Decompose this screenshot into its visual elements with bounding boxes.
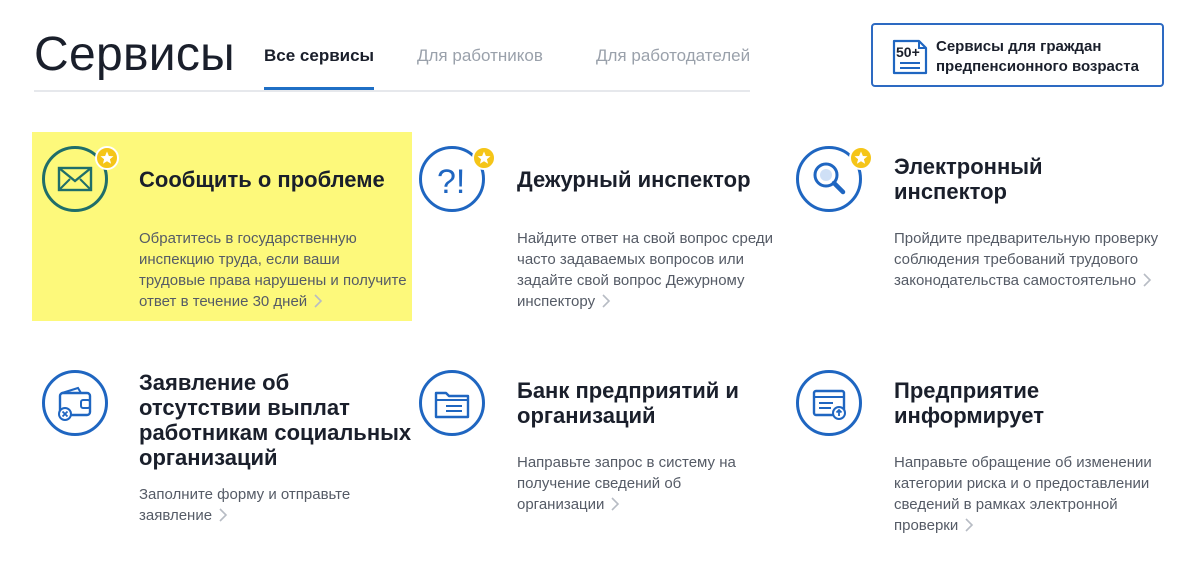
service-title: Сообщить о проблеме <box>139 167 385 192</box>
chevron-right-icon <box>965 518 974 532</box>
star-icon <box>849 146 873 170</box>
service-description: Пройдите предварительную проверку соблюд… <box>894 230 1159 289</box>
fifty-plus-document-icon: 50+ <box>891 36 929 81</box>
service-title: Предприятие информирует <box>894 378 1044 428</box>
service-title: Банк предприятий и организаций <box>517 378 739 428</box>
chevron-right-icon <box>611 497 620 511</box>
tab-for-workers[interactable]: Для работников <box>417 46 543 88</box>
star-icon <box>472 146 496 170</box>
svg-text:?!: ?! <box>437 163 465 201</box>
promo-text: Сервисы для граждан предпенсионного возр… <box>936 38 1139 75</box>
document-upload-icon <box>796 370 862 436</box>
service-card-enterprise-informs[interactable]: Предприятие информирует Направьте обраще… <box>796 370 1176 545</box>
chevron-right-icon <box>1143 273 1152 287</box>
envelope-icon <box>42 146 119 212</box>
service-description: Направьте запрос в систему на получение … <box>517 454 736 513</box>
tab-for-employers[interactable]: Для работодателей <box>596 46 750 88</box>
tab-bar: Все сервисы Для работников Для работодат… <box>34 40 750 92</box>
chevron-right-icon <box>314 294 323 308</box>
service-card-no-payments-statement[interactable]: Заявление об отсутствии выплат работника… <box>42 370 412 530</box>
pre-retirement-services-button[interactable]: 50+ Сервисы для граждан предпенсионного … <box>871 23 1164 87</box>
service-description: Направьте обращение об изменении категор… <box>894 454 1152 534</box>
magnifier-icon <box>796 146 873 212</box>
chevron-right-icon <box>219 508 228 522</box>
service-card-duty-inspector[interactable]: ?! Дежурный инспектор Найдите ответ на с… <box>419 146 779 316</box>
chevron-right-icon <box>602 294 611 308</box>
folder-icon <box>419 370 485 436</box>
star-icon <box>95 146 119 170</box>
tab-all-services[interactable]: Все сервисы <box>264 46 375 90</box>
service-description: Обратитесь в государственную инспекцию т… <box>139 230 407 310</box>
wallet-icon <box>42 370 108 436</box>
service-card-enterprise-bank[interactable]: Банк предприятий и организаций Направьте… <box>419 370 779 530</box>
service-title: Заявление об отсутствии выплат работника… <box>139 370 412 470</box>
promo-badge: 50+ <box>896 44 920 60</box>
service-title: Электронный инспектор <box>894 154 1043 204</box>
service-description: Найдите ответ на свой вопрос среди часто… <box>517 230 774 310</box>
service-title: Дежурный инспектор <box>517 167 751 192</box>
service-card-electronic-inspector[interactable]: Электронный инспектор Пройдите предварит… <box>796 146 1176 316</box>
service-card-report-problem[interactable]: Сообщить о проблеме Обратитесь в государ… <box>42 146 412 316</box>
service-description: Заполните форму и отправьте заявление <box>139 486 351 524</box>
question-exclamation-icon: ?! <box>419 146 496 212</box>
